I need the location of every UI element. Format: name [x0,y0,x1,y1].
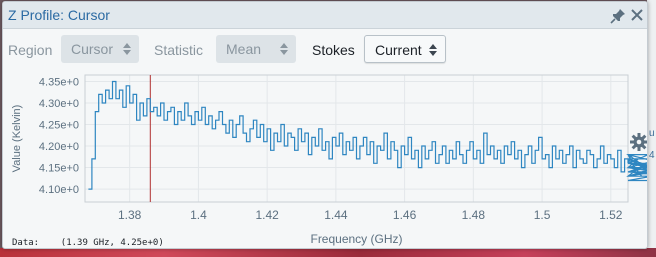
x-tick-label: 1.5 [534,208,551,222]
y-axis-label: Value (Kelvin) [11,105,23,173]
background-app-strip: u 4 [647,0,656,257]
series-line [88,80,647,190]
x-axis-label: Frequency (GHz) [310,232,402,246]
background-number: 4 [649,150,655,161]
x-tick-label: 1.42 [255,208,279,222]
y-tick-label: 4.15e+0 [39,163,79,175]
cursor-readout: Data: (1.39 GHz, 4.25e+0) [12,238,164,248]
x-tick-label: 1.44 [324,208,348,222]
y-tick-label: 4.20e+0 [39,141,79,153]
x-tick-label: 1.52 [599,208,623,222]
background-number: u [649,128,655,139]
gear-icon[interactable] [630,133,648,151]
y-tick-label: 4.10e+0 [39,184,79,196]
x-tick-label: 1.46 [393,208,417,222]
x-tick-label: 1.38 [118,208,142,222]
x-tick-label: 1.48 [462,208,486,222]
y-tick-label: 4.30e+0 [39,98,79,110]
x-tick-label: 1.4 [190,208,207,222]
y-tick-label: 4.25e+0 [39,120,79,132]
readout-value: (1.39 GHz, 4.25e+0) [60,238,164,248]
profile-chart[interactable]: 1.38 1.4 1.42 1.44 1.46 1.48 1.5 1.52 4.10e+0 4.1… [3,2,647,248]
background-image-strip [0,248,656,257]
z-profile-panel: Z Profile: Cursor Region Cursor Statisti… [2,1,648,249]
readout-label: Data: [12,238,40,248]
y-tick-label: 4.35e+0 [39,76,79,88]
